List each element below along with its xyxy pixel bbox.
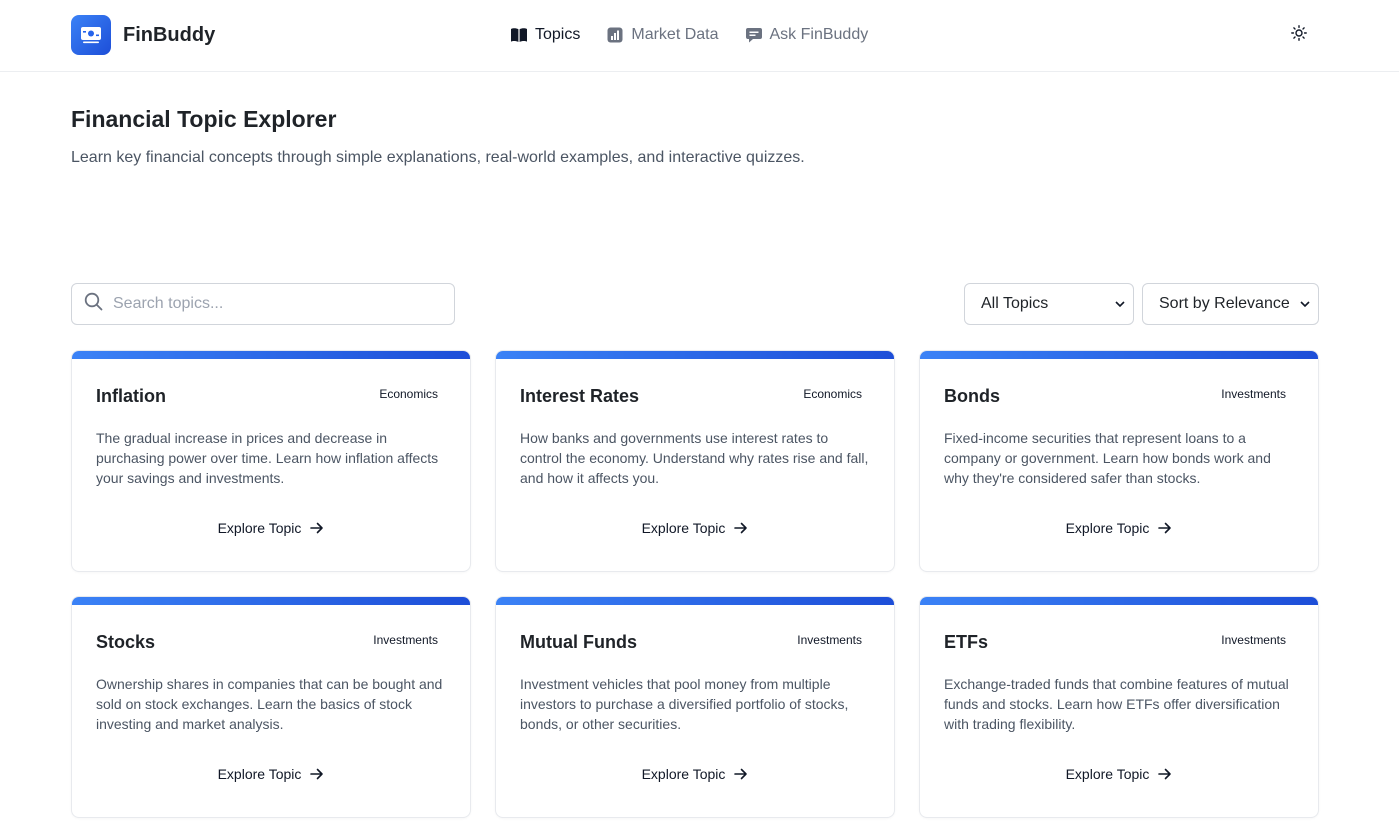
theme-toggle-button[interactable] [1289,24,1309,46]
page-title: Financial Topic Explorer [71,106,337,132]
book-icon [510,26,528,44]
search-input[interactable] [113,295,433,313]
nav-market-data[interactable]: Market Data [606,22,719,48]
topic-card-mutual-funds[interactable]: Mutual Funds Investments Investment vehi… [495,596,895,818]
card-accent-bar [920,351,1318,359]
arrow-right-icon [1158,522,1172,534]
arrow-right-icon [310,522,324,534]
explore-topic-label: Explore Topic [641,520,726,536]
explore-topic-link[interactable]: Explore Topic [920,766,1318,782]
explore-topic-link[interactable]: Explore Topic [496,520,894,536]
card-accent-bar [920,597,1318,605]
explore-topic-label: Explore Topic [1065,520,1150,536]
nav-ask-finbuddy-label: Ask FinBuddy [769,26,869,43]
money-icon [71,15,111,55]
category-badge: Investments [1221,633,1286,647]
card-description: Investment vehicles that pool money from… [520,676,849,732]
card-accent-bar [72,597,470,605]
card-title: Inflation [96,386,166,406]
category-badge: Investments [797,633,862,647]
card-accent-bar [72,351,470,359]
card-title: Interest Rates [520,386,640,406]
page-subtitle: Learn key financial concepts through sim… [71,149,805,166]
chart-icon [606,26,624,44]
topic-card-etfs[interactable]: ETFs Investments Exchange-traded funds t… [919,596,1319,818]
category-select-value: All Topics [981,295,1049,312]
explore-topic-label: Explore Topic [217,520,302,536]
chat-icon [745,26,763,44]
explore-topic-label: Explore Topic [641,766,726,782]
explore-topic-link[interactable]: Explore Topic [72,520,470,536]
search-box[interactable] [71,283,455,325]
card-title: Mutual Funds [520,632,637,652]
card-title: Bonds [944,386,1000,406]
card-accent-bar [496,597,894,605]
nav-topics[interactable]: Topics [510,22,580,48]
brand-name: FinBuddy [123,23,216,46]
topic-card-inflation[interactable]: Inflation Economics The gradual increase… [71,350,471,572]
top-header: FinBuddy Topics Market Data Ask FinBuddy [0,0,1399,72]
explore-topic-label: Explore Topic [1065,766,1150,782]
arrow-right-icon [734,522,748,534]
card-description: Exchange-traded funds that combine featu… [944,676,1289,732]
card-description: How banks and governments use interest r… [520,430,869,486]
category-badge: Economics [803,387,862,401]
brand[interactable]: FinBuddy [71,15,215,55]
card-title: Stocks [96,632,156,652]
arrow-right-icon [310,768,324,780]
arrow-right-icon [1158,768,1172,780]
explore-topic-link[interactable]: Explore Topic [920,520,1318,536]
card-description: Ownership shares in companies that can b… [96,676,443,732]
explore-topic-link[interactable]: Explore Topic [72,766,470,782]
explore-topic-label: Explore Topic [217,766,302,782]
card-description: The gradual increase in prices and decre… [96,430,439,486]
topic-card-bonds[interactable]: Bonds Investments Fixed-income securitie… [919,350,1319,572]
topic-card-stocks[interactable]: Stocks Investments Ownership shares in c… [71,596,471,818]
card-description: Fixed-income securities that represent l… [944,430,1271,486]
arrow-right-icon [734,768,748,780]
sort-select-value: Sort by Relevance [1159,295,1290,312]
main-nav: Topics Market Data Ask FinBuddy [510,22,894,48]
category-badge: Investments [373,633,438,647]
hero-section: Financial Topic Explorer Learn key finan… [71,106,805,167]
nav-ask-finbuddy[interactable]: Ask FinBuddy [745,22,869,48]
sun-icon [1291,24,1307,46]
nav-topics-label: Topics [535,26,581,43]
card-accent-bar [496,351,894,359]
search-icon [84,292,103,316]
category-badge: Economics [379,387,438,401]
category-select[interactable]: All Topics [964,283,1134,325]
category-badge: Investments [1221,387,1286,401]
chevron-down-icon [1300,295,1310,313]
topic-card-interest-rates[interactable]: Interest Rates Economics How banks and g… [495,350,895,572]
nav-market-data-label: Market Data [631,26,719,43]
chevron-down-icon [1115,295,1125,313]
card-title: ETFs [944,632,989,652]
sort-select[interactable]: Sort by Relevance [1142,283,1319,325]
explore-topic-link[interactable]: Explore Topic [496,766,894,782]
